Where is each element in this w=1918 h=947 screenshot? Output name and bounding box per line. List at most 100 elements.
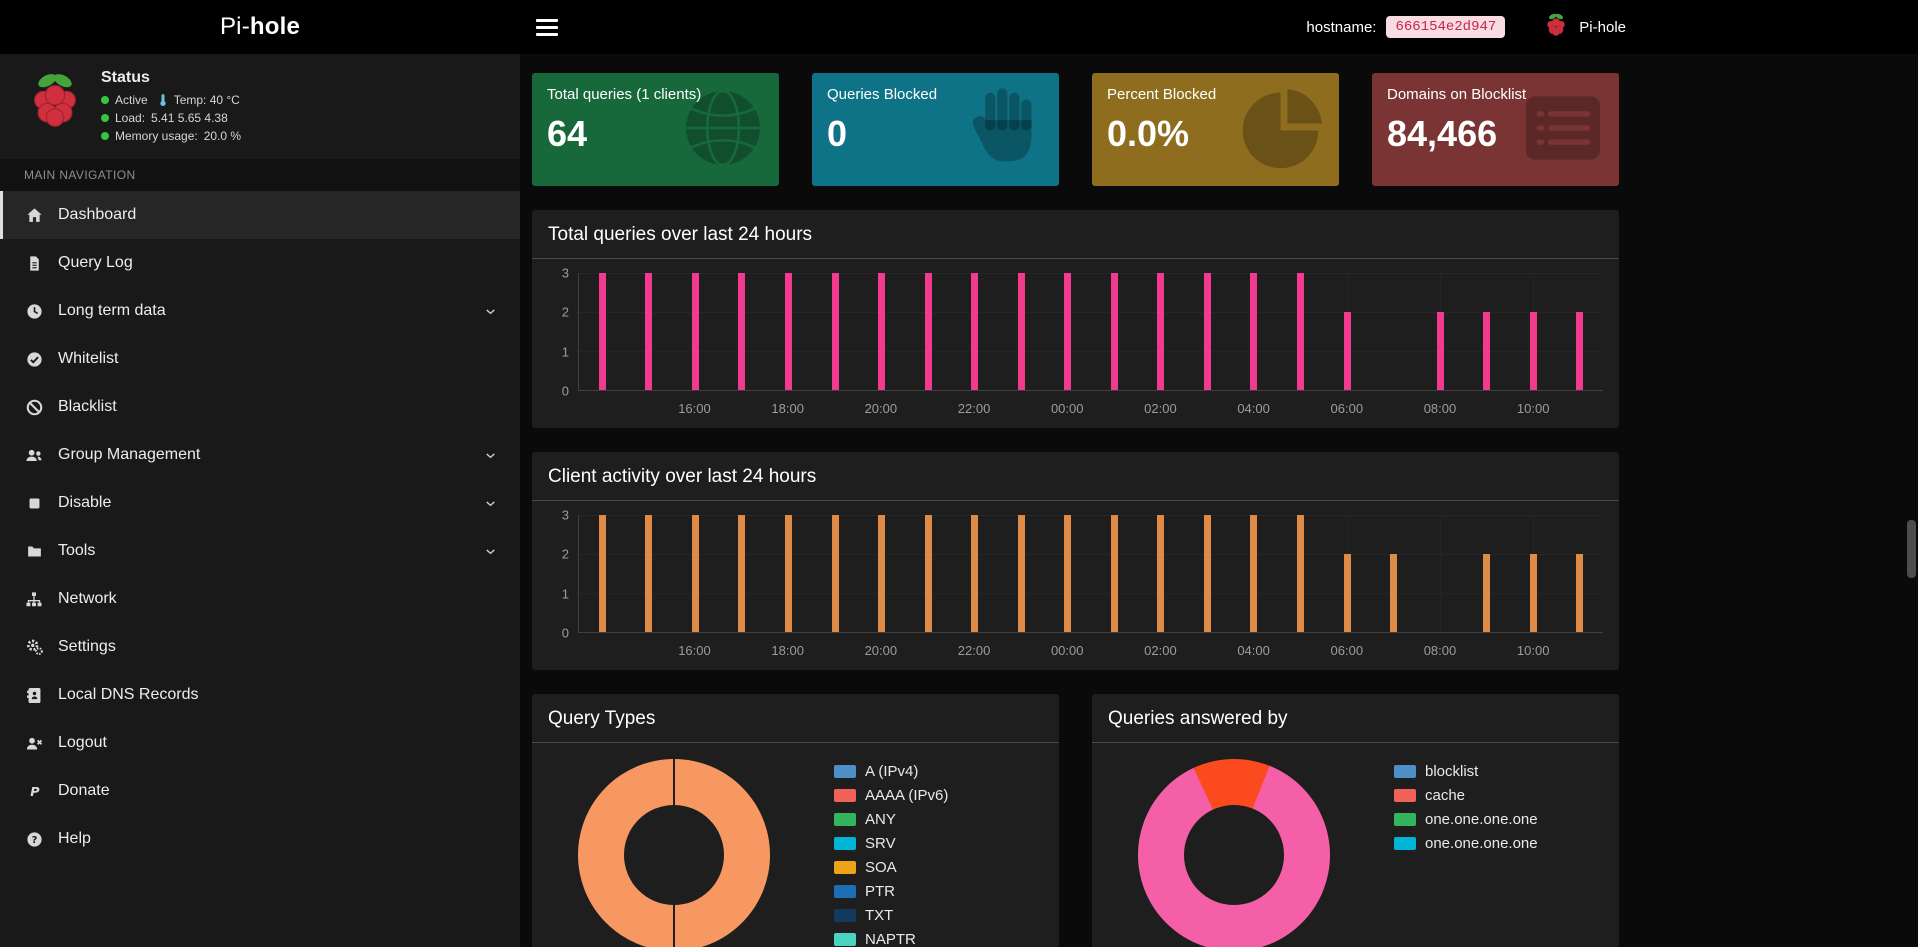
sidebar-item-query-log[interactable]: Query Log (0, 239, 520, 287)
sidebar-item-local-dns-records[interactable]: Local DNS Records (0, 671, 520, 719)
queries-blocked-card[interactable]: Queries Blocked 0 (812, 73, 1059, 186)
legend-item[interactable]: cache (1394, 787, 1538, 804)
check-circle-icon (24, 350, 44, 369)
legend-item[interactable]: ANY (834, 811, 948, 828)
legend-item[interactable]: PTR (834, 883, 948, 900)
chart-bar[interactable] (1018, 273, 1025, 390)
chart-bar[interactable] (692, 273, 699, 390)
chart-bar[interactable] (1250, 515, 1257, 632)
sidebar-item-label: Local DNS Records (58, 686, 199, 704)
chart-bar[interactable] (1483, 312, 1490, 390)
question-circle-icon: ? (24, 830, 44, 849)
x-axis-labels: 16:0018:0020:0022:0000:0002:0004:0006:00… (578, 633, 1603, 660)
query-types-donut[interactable] (578, 759, 770, 947)
status-dot (101, 96, 109, 104)
chart-bar[interactable] (785, 273, 792, 390)
main-navigation-label: MAIN NAVIGATION (0, 159, 520, 191)
chart-bar[interactable] (1111, 515, 1118, 632)
chart-bar[interactable] (1018, 515, 1025, 632)
chart-bar[interactable] (1250, 273, 1257, 390)
chart-bar[interactable] (925, 273, 932, 390)
sidebar-item-group-management[interactable]: Group Management (0, 431, 520, 479)
chart-bar[interactable] (599, 515, 606, 632)
chart-bar[interactable] (971, 515, 978, 632)
chart-bar[interactable] (1157, 273, 1164, 390)
chart-bar[interactable] (738, 273, 745, 390)
chart-bar[interactable] (832, 273, 839, 390)
legend-item[interactable]: blocklist (1394, 763, 1538, 780)
scrollbar-thumb[interactable] (1907, 520, 1916, 578)
sidebar-item-whitelist[interactable]: Whitelist (0, 335, 520, 383)
status-temp: Temp: 40 °C (174, 93, 240, 107)
chart-bar[interactable] (1483, 554, 1490, 632)
chart-bar[interactable] (1064, 273, 1071, 390)
sidebar-item-logout[interactable]: Logout (0, 719, 520, 767)
legend-item[interactable]: SRV (834, 835, 948, 852)
y-axis-labels: 0123 (548, 273, 578, 391)
chart-bar[interactable] (1390, 554, 1397, 632)
legend-item[interactable]: one.one.one.one (1394, 835, 1538, 852)
chart-bar[interactable] (1344, 554, 1351, 632)
chart-bar[interactable] (599, 273, 606, 390)
panel-header: Query Types (532, 694, 1059, 743)
chart-bar[interactable] (1204, 273, 1211, 390)
chart-bar[interactable] (1344, 312, 1351, 390)
chart-bar[interactable] (1064, 515, 1071, 632)
chart-bar[interactable] (692, 515, 699, 632)
card-title: Domains on Blocklist (1387, 86, 1604, 103)
sidebar-item-long-term-data[interactable]: Long term data (0, 287, 520, 335)
chart-bar[interactable] (1437, 312, 1444, 390)
domains-on-blocklist-card[interactable]: Domains on Blocklist 84,466 (1372, 73, 1619, 186)
sidebar-item-tools[interactable]: Tools (0, 527, 520, 575)
hamburger-menu-icon[interactable] (536, 19, 558, 36)
legend-swatch (1394, 813, 1416, 826)
sidebar-item-donate[interactable]: P Donate (0, 767, 520, 815)
chart-bar[interactable] (1530, 312, 1537, 390)
sidebar-item-help[interactable]: ? Help (0, 815, 520, 863)
legend-item[interactable]: TXT (834, 907, 948, 924)
chart-bar[interactable] (878, 515, 885, 632)
chart-bar[interactable] (971, 273, 978, 390)
legend-item[interactable]: SOA (834, 859, 948, 876)
legend-item[interactable]: A (IPv4) (834, 763, 948, 780)
chevron-down-icon (483, 448, 498, 463)
legend-item[interactable]: one.one.one.one (1394, 811, 1538, 828)
brand-prefix: Pi- (220, 13, 250, 41)
svg-text:P: P (30, 785, 40, 800)
sidebar-item-network[interactable]: Network (0, 575, 520, 623)
chart-bar[interactable] (925, 515, 932, 632)
legend-label: blocklist (1425, 763, 1478, 780)
client-activity-chart[interactable]: 0123 16:0018:0020:0022:0000:0002:0004:00… (548, 515, 1603, 660)
chart-bar[interactable] (645, 515, 652, 632)
chart-bar[interactable] (1157, 515, 1164, 632)
queries-answered-donut[interactable] (1138, 759, 1330, 947)
panel-title: Query Types (548, 708, 1043, 730)
chart-bar[interactable] (645, 273, 652, 390)
chart-bar[interactable] (1530, 554, 1537, 632)
percent-blocked-card[interactable]: Percent Blocked 0.0% (1092, 73, 1339, 186)
sidebar-item-disable[interactable]: Disable (0, 479, 520, 527)
chart-bar[interactable] (1297, 515, 1304, 632)
brand-logo[interactable]: Pi-hole (0, 0, 520, 54)
sidebar-item-settings[interactable]: Settings (0, 623, 520, 671)
x-axis-labels: 16:0018:0020:0022:0000:0002:0004:0006:00… (578, 391, 1603, 418)
status-active-label: Active (115, 93, 148, 107)
total-queries-chart[interactable]: 0123 16:0018:0020:0022:0000:0002:0004:00… (548, 273, 1603, 418)
chart-bar[interactable] (1297, 273, 1304, 390)
legend-item[interactable]: AAAA (IPv6) (834, 787, 948, 804)
chart-bar[interactable] (1576, 554, 1583, 632)
chart-bar[interactable] (878, 273, 885, 390)
legend-item[interactable]: NAPTR (834, 931, 948, 947)
chart-bar[interactable] (785, 515, 792, 632)
legend-swatch (834, 861, 856, 874)
chart-bar[interactable] (738, 515, 745, 632)
sidebar-item-dashboard[interactable]: Dashboard (0, 191, 520, 239)
legend-swatch (834, 789, 856, 802)
chart-bar[interactable] (1576, 312, 1583, 390)
sidebar-item-label: Blacklist (58, 398, 117, 416)
total-queries-card[interactable]: Total queries (1 clients) 64 (532, 73, 779, 186)
chart-bar[interactable] (832, 515, 839, 632)
chart-bar[interactable] (1204, 515, 1211, 632)
chart-bar[interactable] (1111, 273, 1118, 390)
sidebar-item-blacklist[interactable]: Blacklist (0, 383, 520, 431)
